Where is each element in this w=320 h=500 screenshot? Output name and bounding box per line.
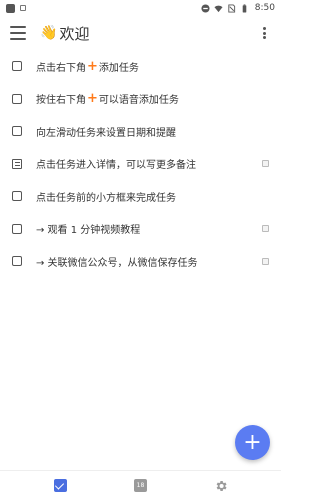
task-text: 点击任务进入详情，可以写更多备注 (36, 156, 196, 171)
status-left (6, 3, 26, 13)
task-text-part: 添加任务 (98, 62, 139, 74)
menu-icon-bar (10, 26, 26, 28)
task-note-checkbox[interactable] (12, 158, 22, 169)
task-text-part: 可以语音添加任务 (98, 95, 179, 107)
task-text: 按住右下角 + 可以语音添加任务 (36, 91, 179, 106)
wave-hand-icon: 👋 (40, 25, 58, 41)
task-row[interactable]: 点击右下角 + 添加任务 (0, 50, 281, 83)
menu-icon-bar (10, 38, 26, 40)
task-text: → 观看 1 分钟视频教程 (36, 221, 140, 236)
task-text-part: → 关联微信公众号，从微信保存任务 (36, 257, 198, 269)
orange-plus-icon: + (87, 58, 98, 74)
gear-icon (216, 480, 227, 491)
task-text-part: 点击任务进入详情，可以写更多备注 (36, 160, 196, 172)
nav-calendar-tab[interactable]: 18 (128, 474, 152, 498)
task-text-part: 点击右下角 (36, 62, 86, 74)
notification-icon (20, 5, 26, 11)
task-row[interactable]: 向左滑动任务来设置日期和提醒 (0, 115, 281, 148)
sim-icon (228, 3, 235, 13)
task-row[interactable]: 点击任务前的小方框来完成任务 (0, 180, 281, 213)
task-checkbox[interactable] (12, 93, 22, 104)
page-title: 👋 欢迎 (40, 23, 89, 44)
more-dot (262, 31, 266, 35)
task-list: 点击右下角 + 添加任务 按住右下角 + 可以语音添加任务 向左滑动任务来设置日期和提醒 点击… (0, 50, 281, 278)
bottom-nav: 18 (0, 470, 281, 500)
more-options-button[interactable] (257, 25, 271, 41)
more-dot (262, 27, 266, 30)
page-title-text: 欢迎 (59, 24, 90, 43)
more-dot (262, 36, 266, 39)
nav-tasks-tab[interactable] (48, 474, 72, 498)
menu-icon-bar (10, 32, 26, 34)
task-text-part: 点击任务前的小方框来完成任务 (36, 192, 176, 204)
task-text: → 关联微信公众号，从微信保存任务 (36, 254, 198, 269)
app-bar: 👋 欢迎 (0, 16, 281, 50)
app-screen: 8:50 👋 欢迎 点击右下角 + 添加任务 按住右下角 + 可以语音添加任务 向左滑动任务… (0, 0, 281, 500)
task-note-indicator-icon (262, 257, 269, 265)
task-row[interactable]: → 观看 1 分钟视频教程 (0, 213, 281, 246)
task-text: 点击右下角 + 添加任务 (36, 59, 139, 74)
task-checkbox[interactable] (12, 223, 22, 234)
task-row[interactable]: 点击任务进入详情，可以写更多备注 (0, 148, 281, 181)
tasks-check-icon (53, 479, 67, 492)
task-text-part: 向左滑动任务来设置日期和提醒 (36, 127, 176, 139)
battery-icon (242, 3, 247, 13)
menu-button[interactable] (10, 26, 26, 40)
task-checkbox[interactable] (12, 126, 22, 137)
task-note-indicator-icon (262, 160, 269, 168)
task-text-part: → 观看 1 分钟视频教程 (36, 225, 141, 237)
calendar-icon: 18 (133, 479, 147, 492)
app-notification-icon (6, 3, 15, 13)
do-not-disturb-icon (201, 3, 210, 13)
task-note-indicator-icon (262, 225, 269, 233)
task-checkbox[interactable] (12, 61, 22, 72)
task-row[interactable]: → 关联微信公众号，从微信保存任务 (0, 245, 281, 278)
task-checkbox[interactable] (12, 256, 22, 267)
status-bar: 8:50 (0, 0, 281, 16)
task-text-part: 按住右下角 (36, 95, 86, 107)
task-row[interactable]: 按住右下角 + 可以语音添加任务 (0, 83, 281, 116)
wifi-icon (214, 5, 223, 12)
add-task-button[interactable]: + (235, 425, 270, 460)
status-time: 8:50 (254, 3, 275, 13)
task-checkbox[interactable] (12, 191, 22, 202)
status-right: 8:50 (201, 3, 275, 13)
task-text: 向左滑动任务来设置日期和提醒 (36, 124, 176, 139)
orange-plus-icon: + (87, 91, 98, 107)
nav-settings-tab[interactable] (209, 474, 233, 498)
task-text: 点击任务前的小方框来完成任务 (36, 189, 176, 204)
